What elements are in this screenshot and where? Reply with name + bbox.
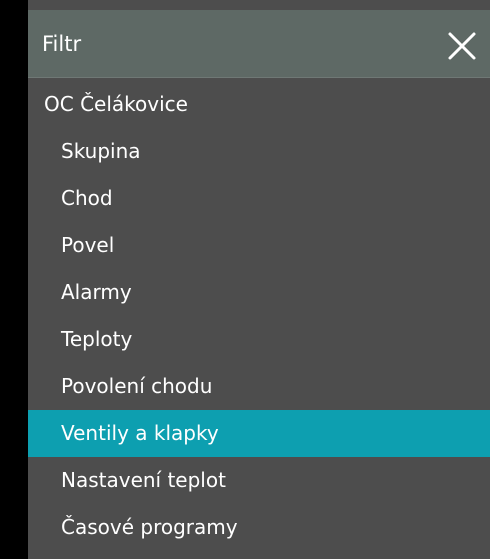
menu-item-teploty[interactable]: Teploty: [28, 316, 490, 363]
menu-item-povoleni-chodu[interactable]: Povolení chodu: [28, 363, 490, 410]
menu-item-povel[interactable]: Povel: [28, 222, 490, 269]
filter-panel: Filtr OC Čelákovice Skupina Chod Povel A…: [28, 0, 490, 559]
filter-title: Filtr: [42, 32, 82, 56]
menu-item-skupina[interactable]: Skupina: [28, 128, 490, 175]
menu-item-chod[interactable]: Chod: [28, 175, 490, 222]
close-icon: [448, 32, 476, 60]
menu-item-ventily-a-klapky[interactable]: Ventily a klapky: [28, 410, 490, 457]
menu-item-nastaveni-teplot[interactable]: Nastavení teplot: [28, 457, 490, 504]
menu-item-alarmy[interactable]: Alarmy: [28, 269, 490, 316]
filter-header: Filtr: [28, 10, 490, 78]
menu-item-oc-celakovice[interactable]: OC Čelákovice: [28, 80, 490, 128]
app-frame: Filtr OC Čelákovice Skupina Chod Povel A…: [0, 0, 490, 559]
close-button[interactable]: [446, 30, 478, 62]
filter-menu: OC Čelákovice Skupina Chod Povel Alarmy …: [28, 80, 490, 551]
menu-item-casove-programy[interactable]: Časové programy: [28, 504, 490, 551]
